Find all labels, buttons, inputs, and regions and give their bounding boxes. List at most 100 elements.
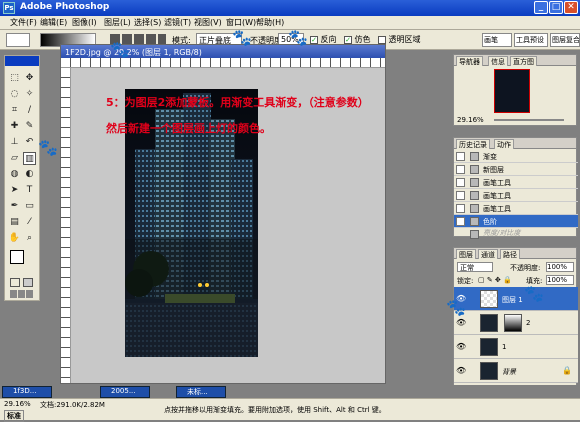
tab-navigator[interactable]: 导航器 bbox=[456, 56, 483, 66]
pen-tool-icon[interactable]: ✒ bbox=[8, 200, 21, 213]
palette-tab-layer-comps[interactable]: 图层复合 bbox=[550, 33, 580, 47]
history-item-label: 画笔工具 bbox=[483, 179, 511, 187]
toolbox-header bbox=[5, 56, 39, 66]
quick-mask-mode-icon[interactable] bbox=[23, 278, 33, 287]
taskbar-item[interactable]: 2005... bbox=[100, 386, 150, 398]
menu-filter[interactable]: 滤镜(T) bbox=[164, 17, 191, 28]
fill-input[interactable]: 100% bbox=[546, 275, 574, 285]
tab-paths[interactable]: 路径 bbox=[500, 249, 520, 259]
tab-layers[interactable]: 图层 bbox=[456, 249, 476, 259]
layer-opacity-input[interactable]: 100% bbox=[546, 262, 574, 272]
foreground-color-swatch[interactable] bbox=[10, 250, 24, 264]
annotation-line-1: 5：为图层2添加蒙板。用渐变工具渐变，（注意参数） bbox=[106, 96, 369, 109]
tab-histogram[interactable]: 直方图 bbox=[510, 56, 537, 66]
clone-stamp-tool-icon[interactable]: ⊥ bbox=[8, 136, 21, 149]
eye-icon[interactable]: 👁 bbox=[456, 319, 466, 327]
screen-mode-icons[interactable] bbox=[10, 290, 34, 298]
navigator-zoom[interactable]: 29.16% bbox=[457, 116, 484, 124]
layer-row[interactable]: 👁 2 bbox=[454, 311, 578, 335]
layer-mask-thumbnail[interactable] bbox=[504, 314, 522, 332]
paw-marker-icon: 🐾 bbox=[288, 28, 308, 47]
layers-tabs: 图层 通道 路径 bbox=[454, 248, 576, 259]
history-item[interactable]: 画笔工具 bbox=[454, 189, 578, 202]
eye-icon[interactable]: 👁 bbox=[456, 343, 466, 351]
layer-opacity-label: 不透明度: bbox=[510, 264, 541, 272]
maximize-button[interactable]: □ bbox=[549, 1, 563, 14]
paw-marker-icon: 🐾 bbox=[232, 28, 252, 47]
history-item-label: 画笔工具 bbox=[483, 192, 511, 200]
crop-tool-icon[interactable]: ⌗ bbox=[8, 104, 21, 117]
menu-select[interactable]: 选择(S) bbox=[134, 17, 161, 28]
eye-icon[interactable]: 👁 bbox=[456, 367, 466, 375]
menu-image[interactable]: 图像(I) bbox=[72, 17, 97, 28]
lasso-tool-icon[interactable]: ◌ bbox=[8, 88, 21, 101]
layer-name: 2 bbox=[526, 319, 531, 327]
shape-tool-icon[interactable]: ▭ bbox=[23, 200, 36, 213]
transparency-checkbox[interactable] bbox=[378, 35, 386, 44]
lock-icons[interactable]: ▢ ✎ ✥ 🔒 bbox=[478, 276, 512, 284]
title-bar: Ps Adobe Photoshop _ □ ✕ bbox=[0, 0, 580, 16]
magic-wand-tool-icon[interactable]: ✧ bbox=[23, 88, 36, 101]
history-brush-tool-icon[interactable]: ↶ bbox=[23, 136, 36, 149]
close-button[interactable]: ✕ bbox=[564, 1, 578, 14]
move-tool-icon[interactable]: ✥ bbox=[23, 72, 36, 85]
tab-channels[interactable]: 通道 bbox=[478, 249, 498, 259]
taskbar-item[interactable]: 未标... bbox=[176, 386, 226, 398]
history-item[interactable]: 新图层 bbox=[454, 163, 578, 176]
document-taskbar: 1f3D... 2005... 未标... bbox=[0, 385, 580, 398]
eyedropper-tool-icon[interactable]: ⁄ bbox=[23, 216, 36, 229]
reverse-checkbox[interactable]: ✓ bbox=[310, 35, 318, 44]
navigator-thumbnail[interactable] bbox=[494, 69, 530, 113]
toolbox: ⬚ ✥ ◌ ✧ ⌗ ∕ ✚ ✎ ⊥ ↶ ▱ ▥ ◍ ◐ ➤ T ✒ ▭ ▤ ⁄ … bbox=[4, 55, 40, 301]
menu-file[interactable]: 文件(F) bbox=[10, 17, 37, 28]
layer-row-selected[interactable]: 👁 图层 1 bbox=[454, 287, 578, 311]
navigator-panel: 导航器 信息 直方图 29.16% bbox=[453, 54, 577, 126]
window-title: Adobe Photoshop bbox=[20, 2, 110, 12]
hand-tool-icon[interactable]: ✋ bbox=[8, 232, 21, 245]
vertical-ruler bbox=[61, 68, 71, 383]
eraser-tool-icon[interactable]: ▱ bbox=[8, 152, 21, 165]
tab-actions[interactable]: 动作 bbox=[494, 139, 514, 149]
minimize-button[interactable]: _ bbox=[534, 1, 548, 14]
status-mode[interactable]: 标准 bbox=[4, 410, 24, 422]
palette-tab-tool-presets[interactable]: 工具预设 bbox=[514, 33, 548, 47]
dodge-tool-icon[interactable]: ◐ bbox=[23, 168, 36, 181]
type-tool-icon[interactable]: T bbox=[23, 184, 36, 197]
lock-icon: 🔒 bbox=[562, 366, 572, 375]
tab-info[interactable]: 信息 bbox=[488, 56, 508, 66]
palette-tab-brushes[interactable]: 画笔 bbox=[482, 33, 512, 47]
notes-tool-icon[interactable]: ▤ bbox=[8, 216, 21, 229]
history-item[interactable]: 画笔工具 bbox=[454, 202, 578, 215]
history-item-label: 亮度/对比度 bbox=[483, 229, 521, 237]
menu-view[interactable]: 视图(V) bbox=[194, 17, 222, 28]
navigator-zoom-slider[interactable] bbox=[494, 119, 564, 121]
history-item[interactable]: 亮度/对比度 bbox=[454, 228, 578, 239]
lock-label: 锁定: bbox=[457, 277, 474, 285]
standard-mode-icon[interactable] bbox=[10, 278, 20, 287]
zoom-tool-icon[interactable]: ⌕ bbox=[23, 232, 36, 245]
tab-history[interactable]: 历史记录 bbox=[456, 139, 490, 149]
gradient-tool-icon[interactable]: ▥ bbox=[23, 152, 36, 165]
annotation-line-2: 然后新建一个图层画上灯的颜色。 bbox=[106, 122, 271, 135]
history-item-selected[interactable]: 色阶 bbox=[454, 215, 578, 228]
path-selection-tool-icon[interactable]: ➤ bbox=[8, 184, 21, 197]
layer-row[interactable]: 👁 1 bbox=[454, 335, 578, 359]
dither-checkbox[interactable]: ✓ bbox=[344, 35, 352, 44]
history-item[interactable]: 画笔工具 bbox=[454, 176, 578, 189]
menu-window[interactable]: 窗口(W) bbox=[226, 17, 256, 28]
layer-row[interactable]: 👁 背景 🔒 bbox=[454, 359, 578, 383]
menu-layer[interactable]: 图层(L) bbox=[104, 17, 131, 28]
brush-tool-icon[interactable]: ✎ bbox=[23, 120, 36, 133]
healing-brush-tool-icon[interactable]: ✚ bbox=[8, 120, 21, 133]
menu-help[interactable]: 帮助(H) bbox=[256, 17, 284, 28]
status-document-size: 文档:291.0K/2.82M bbox=[40, 401, 105, 409]
tool-preset-picker[interactable] bbox=[6, 33, 30, 47]
blur-tool-icon[interactable]: ◍ bbox=[8, 168, 21, 181]
marquee-tool-icon[interactable]: ⬚ bbox=[8, 72, 21, 85]
taskbar-item[interactable]: 1f3D... bbox=[2, 386, 52, 398]
slice-tool-icon[interactable]: ∕ bbox=[23, 104, 36, 117]
menu-edit[interactable]: 编辑(E) bbox=[40, 17, 67, 28]
paw-marker-icon: 🐾 bbox=[524, 284, 544, 303]
blend-mode-select[interactable]: 正常 bbox=[457, 262, 493, 272]
history-item[interactable]: 渐变 bbox=[454, 150, 578, 163]
